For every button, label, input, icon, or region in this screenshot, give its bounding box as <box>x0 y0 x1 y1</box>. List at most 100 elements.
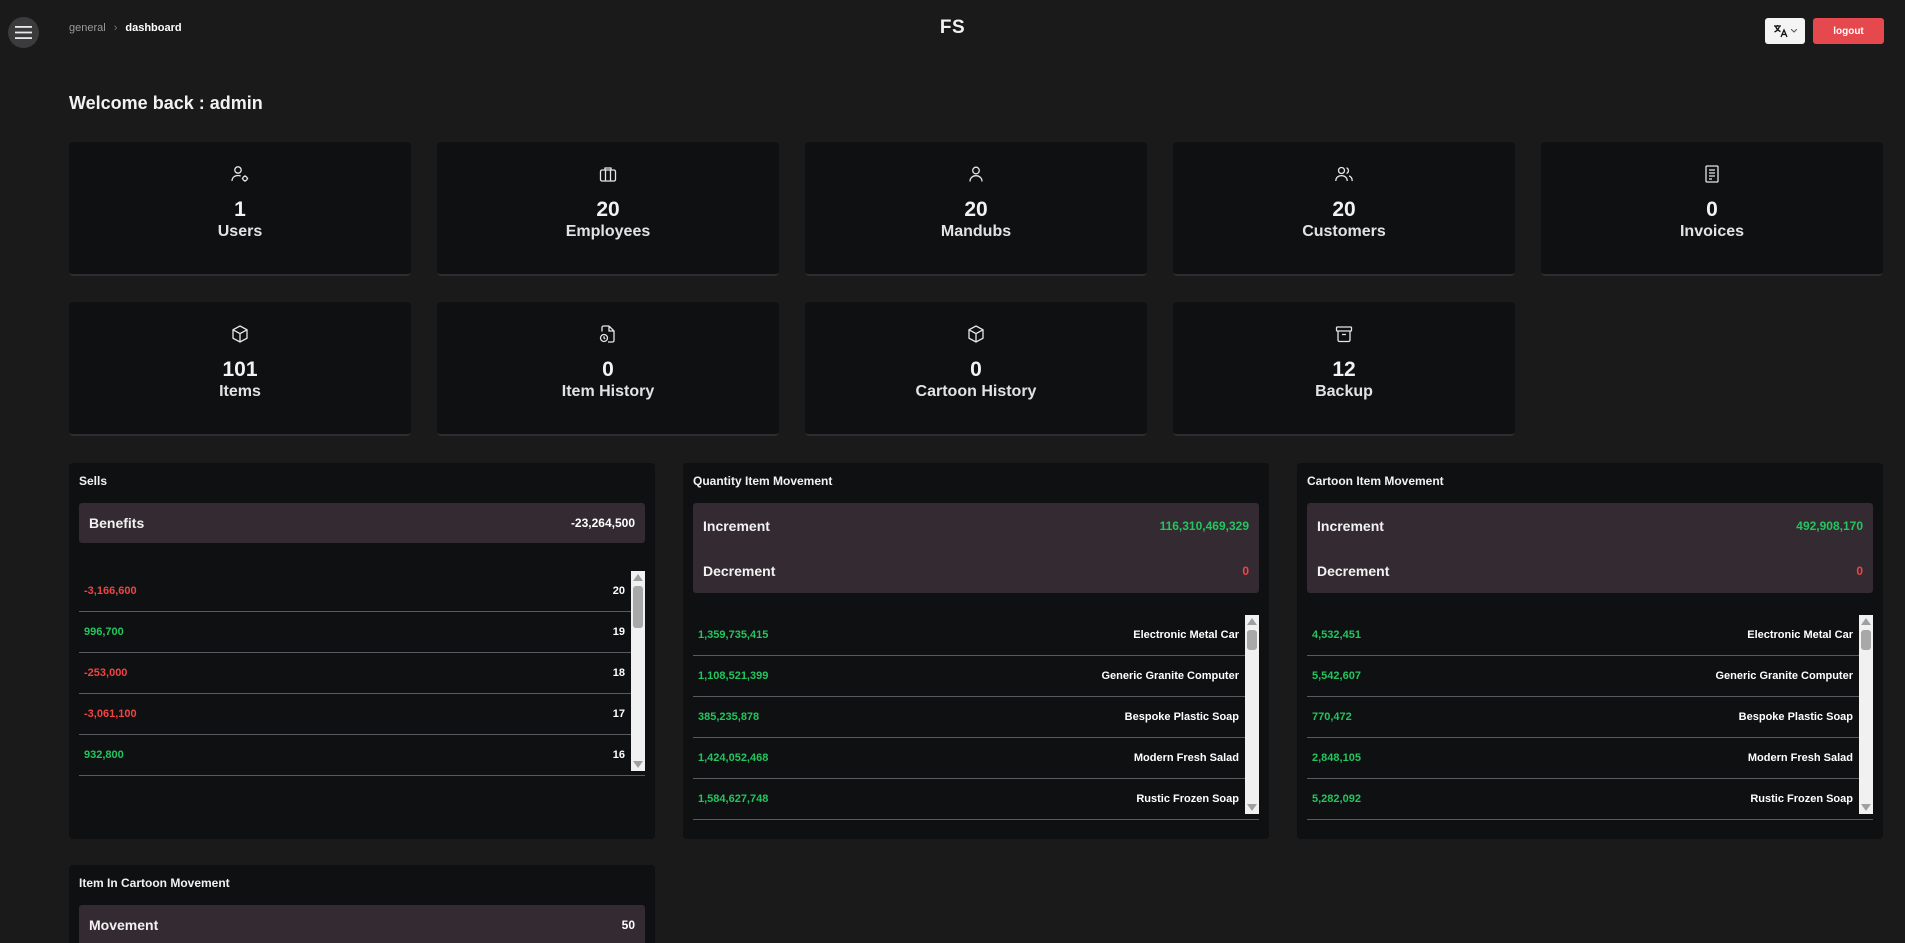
cartoon-movement-panel: Cartoon Item Movement Increment 492,908,… <box>1297 463 1883 839</box>
stat-card-items[interactable]: 101 Items <box>69 302 411 436</box>
summary-row-benefits: Benefits -23,264,500 <box>79 503 645 543</box>
scroll-up-icon[interactable] <box>1247 618 1257 625</box>
stat-card-mandubs[interactable]: 20 Mandubs <box>805 142 1147 276</box>
row-value: 4,532,451 <box>1312 629 1361 641</box>
breadcrumb: general › dashboard <box>69 22 182 34</box>
summary-row-increment: Increment 492,908,170 <box>1307 503 1873 548</box>
list-item: 1,108,521,399 Generic Granite Computer <box>693 656 1259 697</box>
list-item: 2,848,105 Modern Fresh Salad <box>1307 738 1873 779</box>
row-label: 18 <box>612 667 625 679</box>
top-bar: general › dashboard FS logout <box>0 0 1905 62</box>
row-value: 385,235,878 <box>698 711 760 723</box>
stat-card-employees[interactable]: 20 Employees <box>437 142 779 276</box>
scrollbar[interactable] <box>1859 615 1873 814</box>
list-item: -253,000 18 <box>79 653 645 694</box>
scroll-up-icon[interactable] <box>633 574 643 581</box>
sells-panel: Sells Benefits -23,264,500 -3,166,600 20 … <box>69 463 655 839</box>
stat-card-invoices[interactable]: 0 Invoices <box>1541 142 1883 276</box>
stat-value: 12 <box>1332 358 1356 381</box>
stat-value: 20 <box>964 198 988 221</box>
stat-card-backup[interactable]: 12 Backup <box>1173 302 1515 436</box>
breadcrumb-item-general[interactable]: general <box>69 22 106 34</box>
row-value: 996,700 <box>84 626 124 638</box>
list-item: 996,700 19 <box>79 612 645 653</box>
logout-button[interactable]: logout <box>1813 18 1884 44</box>
scroll-thumb[interactable] <box>633 586 643 628</box>
row-label: Bespoke Plastic Soap <box>1738 711 1853 723</box>
summary-key: Increment <box>703 517 770 534</box>
sells-list[interactable]: -3,166,600 20 996,700 19 -253,000 18 -3,061… <box>79 571 645 776</box>
list-item: 385,235,878 Bespoke Plastic Soap <box>693 697 1259 738</box>
stat-value: 20 <box>1332 198 1356 221</box>
row-value: -3,166,600 <box>84 585 137 597</box>
panel-title: Quantity Item Movement <box>693 474 833 488</box>
summary-value: 492,908,170 <box>1796 518 1863 533</box>
welcome-heading: Welcome back : admin <box>69 93 263 113</box>
stat-label: Employees <box>565 223 651 240</box>
stat-card-customers[interactable]: 20 Customers <box>1173 142 1515 276</box>
scrollbar[interactable] <box>631 571 645 771</box>
panel-title: Cartoon Item Movement <box>1307 474 1444 488</box>
stat-label: Invoices <box>1679 223 1745 240</box>
row-value: 932,800 <box>84 749 124 761</box>
quantity-list[interactable]: 1,359,735,415 Electronic Metal Car 1,108,… <box>693 615 1259 820</box>
stat-value: 1 <box>234 198 246 221</box>
briefcase-icon <box>599 167 617 182</box>
scroll-down-icon[interactable] <box>1861 804 1871 811</box>
row-value: -253,000 <box>84 667 128 679</box>
stat-value: 101 <box>222 358 258 381</box>
row-label: Generic Granite Computer <box>1101 670 1239 682</box>
stat-label: Backup <box>1315 383 1373 400</box>
row-label: Bespoke Plastic Soap <box>1124 711 1239 723</box>
scroll-thumb[interactable] <box>1861 630 1871 650</box>
scroll-up-icon[interactable] <box>1861 618 1871 625</box>
cartoon-list[interactable]: 4,532,451 Electronic Metal Car 5,542,607 G… <box>1307 615 1873 820</box>
row-label: Rustic Frozen Soap <box>1136 793 1239 805</box>
list-item: -3,061,100 17 <box>79 694 645 735</box>
row-value: 1,359,735,415 <box>698 629 769 641</box>
translate-icon <box>1774 25 1788 38</box>
user-icon <box>969 166 983 182</box>
row-value: 5,282,092 <box>1312 793 1361 805</box>
language-button[interactable] <box>1765 18 1805 44</box>
summary-row-increment: Increment 116,310,469,329 <box>693 503 1259 548</box>
panel-title: Item In Cartoon Movement <box>79 876 230 890</box>
row-label: 19 <box>612 626 625 638</box>
users-icon <box>1335 166 1353 182</box>
box-icon <box>232 325 248 343</box>
list-item: 770,472 Bespoke Plastic Soap <box>1307 697 1873 738</box>
row-label: Electronic Metal Car <box>1133 629 1239 641</box>
scroll-down-icon[interactable] <box>633 761 643 768</box>
stat-label: Item History <box>561 383 655 400</box>
summary-value: 116,310,469,329 <box>1159 518 1249 533</box>
summary-value: 0 <box>1856 563 1863 578</box>
row-value: 1,108,521,399 <box>698 670 769 682</box>
scroll-thumb[interactable] <box>1247 630 1257 650</box>
scrollbar[interactable] <box>1245 615 1259 814</box>
sells-summary: Benefits -23,264,500 <box>79 503 645 543</box>
row-value: 1,424,052,468 <box>698 752 769 764</box>
file-history-icon <box>599 325 615 343</box>
scroll-down-icon[interactable] <box>1247 804 1257 811</box>
item-in-cartoon-panel: Item In Cartoon Movement Movement 50 <box>69 865 655 943</box>
row-label: Modern Fresh Salad <box>1747 752 1853 764</box>
stat-card-item-history[interactable]: 0 Item History <box>437 302 779 436</box>
stat-card-cartoon-history[interactable]: 0 Cartoon History <box>805 302 1147 436</box>
archive-icon <box>1335 326 1353 343</box>
hamburger-menu-button[interactable] <box>8 17 39 48</box>
row-label: 20 <box>612 585 625 597</box>
summary-key: Increment <box>1317 517 1384 534</box>
row-label: Generic Granite Computer <box>1715 670 1853 682</box>
row-label: Electronic Metal Car <box>1747 629 1853 641</box>
breadcrumb-separator-icon: › <box>113 22 118 34</box>
stat-label: Cartoon History <box>915 383 1037 400</box>
quantity-movement-panel: Quantity Item Movement Increment 116,310… <box>683 463 1269 839</box>
stat-value: 0 <box>602 358 614 381</box>
row-label: 16 <box>612 749 625 761</box>
stat-value: 20 <box>596 198 620 221</box>
stat-card-users[interactable]: 1 Users <box>69 142 411 276</box>
breadcrumb-item-dashboard: dashboard <box>125 22 182 34</box>
list-item: 4,532,451 Electronic Metal Car <box>1307 615 1873 656</box>
brand-title-wrap: FS <box>0 17 1905 39</box>
row-label: Modern Fresh Salad <box>1133 752 1239 764</box>
